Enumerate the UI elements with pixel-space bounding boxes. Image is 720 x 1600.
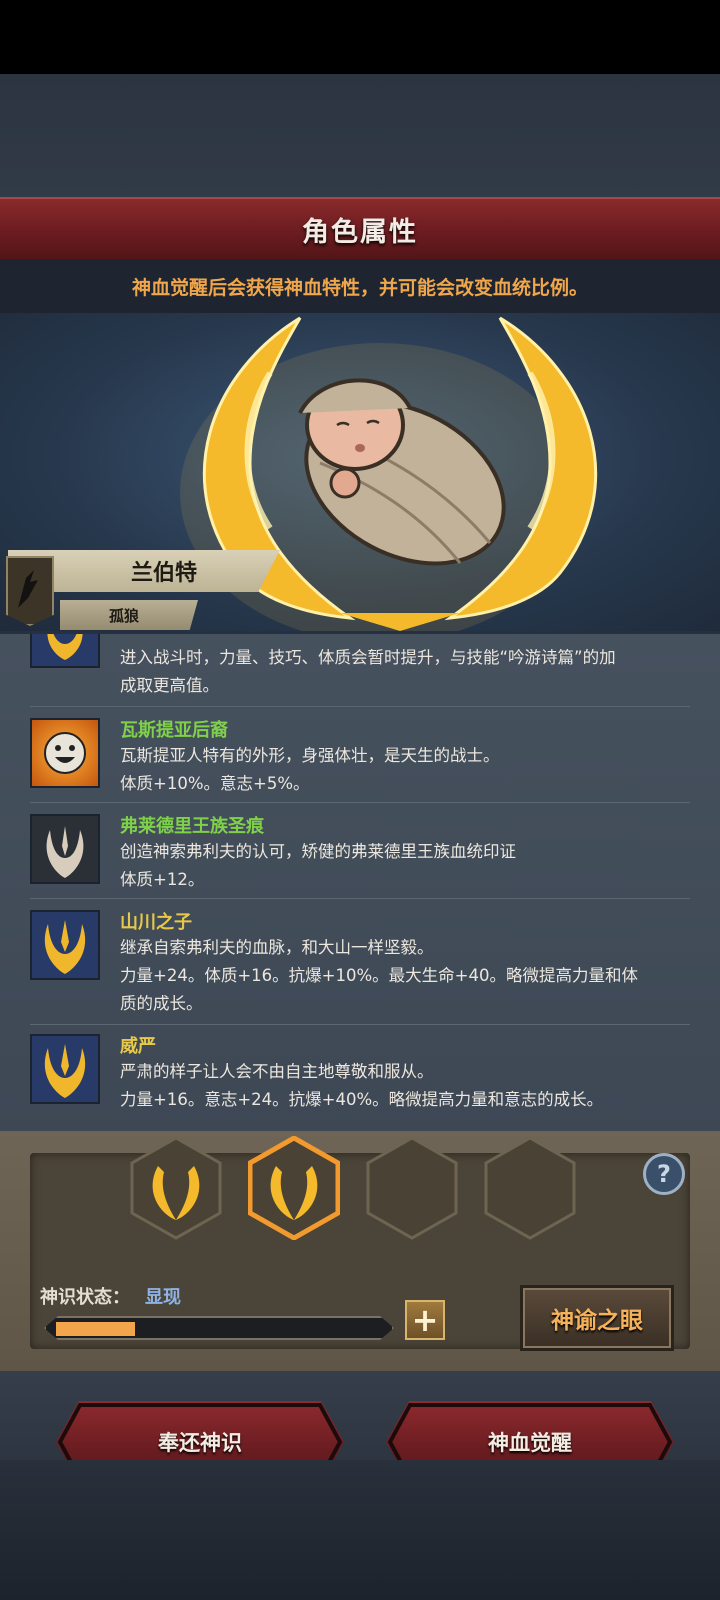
blood-awaken-label: 神血觉醒 [488,1431,572,1455]
trait-desc-line: 体质+10%。意志+5%。 [120,774,310,793]
bottom-background [0,1460,720,1600]
trait-desc-line: 继承自索弗利夫的血脉，和大山一样坚毅。 [120,938,434,957]
aura-status-label: 神识状态： [40,1287,130,1308]
aura-slot-2[interactable] [248,1136,340,1240]
horns-icon [30,1034,100,1104]
trait-desc-line: 成取更高值。 [120,676,219,695]
horns-icon [30,634,100,668]
divider [30,706,690,707]
aura-slot-4[interactable] [484,1136,576,1240]
smiley-icon [30,718,100,788]
trait-list[interactable]: 进入战斗时，力量、技巧、体质会暂时提升，与技能“吟游诗篇”的加 成取更高值。 瓦… [0,631,720,1134]
trait-name: 威严 [120,1036,156,1057]
oracle-eye-button[interactable]: 神谕之眼 [520,1285,674,1351]
character-tag: 孤狼 [108,606,139,625]
page-subtitle: 神血觉醒后会获得神血特性，并可能会改变血统比例。 [131,276,588,299]
trait-desc-line: 力量+16。意志+24。抗爆+40%。略微提高力量和意志的成长。 [120,1090,604,1109]
aura-slot-3[interactable] [366,1136,458,1240]
trait-desc-line: 进入战斗时，力量、技巧、体质会暂时提升，与技能“吟游诗篇”的加 [120,648,616,667]
trait-desc-line: 力量+24。体质+16。抗爆+10%。最大生命+40。略微提高力量和体 [120,966,638,985]
divider [30,1024,690,1025]
aura-status-value: 显现 [145,1287,181,1308]
aura-progress-bar [44,1316,394,1340]
aura-slot-1[interactable] [130,1136,222,1240]
crest-icon [6,556,54,626]
trait-desc-line: 体质+12。 [120,870,205,889]
title-bar: 角色属性 [0,197,720,261]
page-title: 角色属性 [302,216,418,248]
trait-desc-line: 严肃的样子让人会不由自主地尊敬和服从。 [120,1062,434,1081]
aura-progress-fill [56,1322,135,1336]
return-aura-label: 奉还神识 [158,1431,242,1455]
horns-icon [30,910,100,980]
trait-name: 弗莱德里王族圣痕 [120,816,264,837]
divider [30,898,690,899]
trait-desc-line: 瓦斯提亚人特有的外形，身强体壮，是天生的战士。 [120,746,500,765]
horns-icon [30,814,100,884]
help-icon[interactable]: ? [643,1153,685,1195]
trait-name: 山川之子 [120,912,192,933]
trait-desc-line: 质的成长。 [120,994,203,1013]
divider [30,802,690,803]
character-tag-banner: 孤狼 [60,600,198,630]
top-background [0,74,720,198]
trait-desc-line: 创造神索弗利夫的认可，矫健的弗莱德里王族血统印证 [120,842,516,861]
character-name: 兰伯特 [130,561,197,586]
oracle-eye-label: 神谕之眼 [551,1308,643,1334]
plus-icon[interactable]: + [405,1300,445,1340]
trait-name: 瓦斯提亚后裔 [120,720,228,741]
subtitle-bar: 神血觉醒后会获得神血特性，并可能会改变血统比例。 [0,259,720,313]
